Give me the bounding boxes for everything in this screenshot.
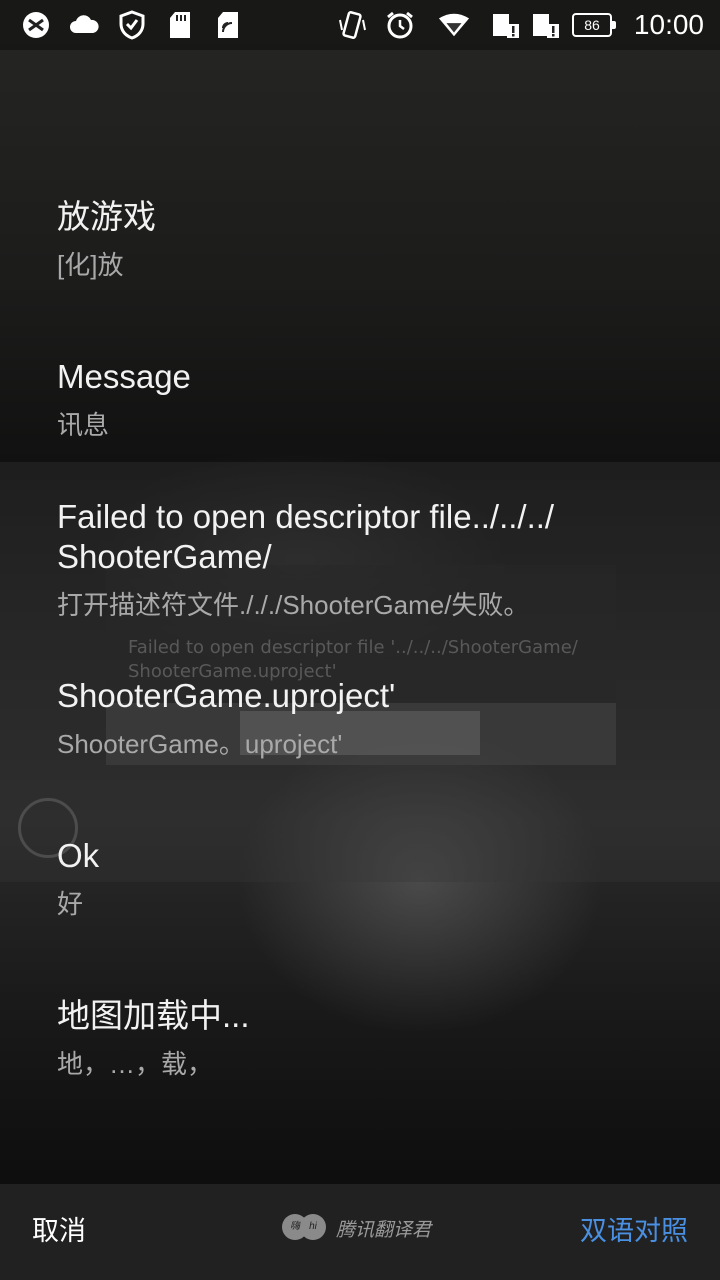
bottom-action-bar: 取消 嗨 hi 腾讯翻译君 双语对照 [0,1184,720,1280]
browser-icon [20,9,52,41]
source-text: Message [57,358,191,395]
translation-entry[interactable]: 地图加载中... 地，…，载， [57,996,677,1080]
shield-icon [116,9,148,41]
cancel-button[interactable]: 取消 [32,1214,86,1248]
vibrate-icon [336,9,368,41]
source-text: ShooterGame.uproject' [57,677,396,714]
source-text: Failed to open descriptor file../../../ … [57,498,555,575]
translated-text: [化]放 [57,250,124,280]
translated-text: 地，…，载， [57,1049,214,1079]
translator-logo-icon: 嗨 hi [282,1212,328,1244]
translated-text: 打开描述符文件./././ShooterGame/失败。 [57,590,530,620]
source-text: Ok [57,837,100,874]
alarm-icon [384,9,416,41]
cloud-icon [68,9,100,41]
translation-entry[interactable]: Failed to open descriptor file../../../ … [57,497,627,621]
translation-entry[interactable]: 放游戏 [化]放 [57,197,677,281]
sd-card-icon [164,9,196,41]
sim1-alert-icon [490,9,522,41]
translation-entry[interactable]: Message 讯息 [57,357,677,441]
battery-icon: 86 [572,13,616,37]
bilingual-compare-button[interactable]: 双语对照 [580,1214,688,1248]
status-bar: 86 10:00 [0,0,720,50]
brand-name: 腾讯翻译君 [336,1219,432,1241]
source-text: 放游戏 [57,198,156,235]
sim-icon [212,9,244,41]
translation-overlay-screen: Failed to open descriptor file '../../..… [0,0,720,1280]
source-text: 地图加载中... [57,997,250,1034]
logo-bubble-right: hi [300,1214,326,1240]
translated-text: ShooterGame。uproject' [57,729,343,759]
translation-entry[interactable]: Ok 好 [57,836,677,920]
translated-text: 讯息 [57,410,110,440]
sim2-alert-icon [530,9,562,41]
clock-time: 10:00 [633,9,704,40]
wifi-icon [438,9,470,41]
translated-text: 好 [57,889,84,919]
brand-logo: 嗨 hi 腾讯翻译君 [282,1212,431,1244]
translation-entry[interactable]: ShooterGame.uproject' ShooterGame。uproje… [57,676,677,760]
background-dialog-text-line1: Failed to open descriptor file '../../..… [128,637,578,658]
